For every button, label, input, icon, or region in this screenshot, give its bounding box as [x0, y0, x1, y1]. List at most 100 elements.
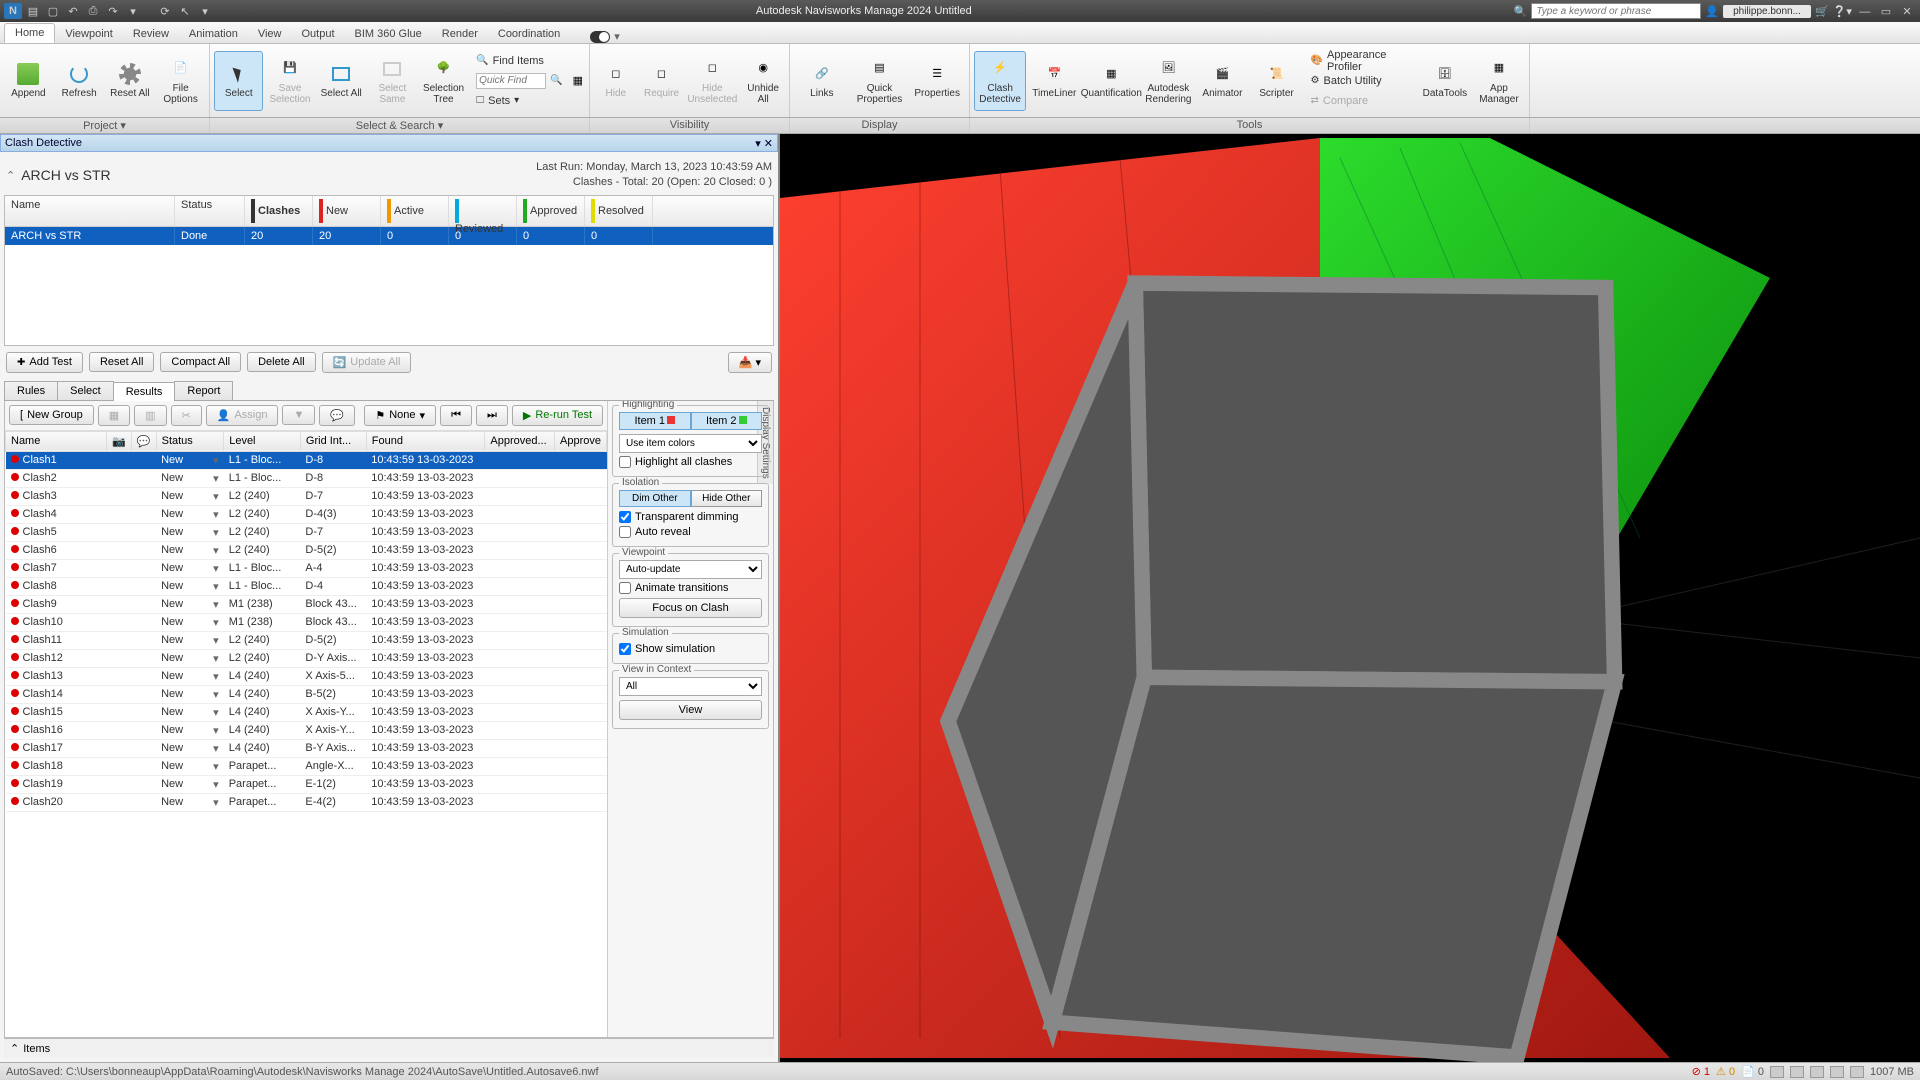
clash-row[interactable]: Clash11New▾L2 (240)D-5(2)10:43:59 13-03-… [6, 631, 607, 649]
subtab-results[interactable]: Results [113, 382, 176, 401]
next-icon[interactable]: ⏭ [476, 405, 508, 426]
clash-row[interactable]: Clash18New▾Parapet...Angle-X...10:43:59 … [6, 757, 607, 775]
subtab-select[interactable]: Select [57, 381, 114, 400]
clash-row[interactable]: Clash6New▾L2 (240)D-5(2)10:43:59 13-03-2… [6, 541, 607, 559]
ribbon-toggle-dd[interactable]: ▾ [614, 30, 620, 43]
file-options-button[interactable]: 📄File Options [156, 51, 205, 111]
hide-button[interactable]: ◻Hide [594, 51, 638, 111]
animate-checkbox[interactable]: Animate transitions [619, 582, 762, 594]
help-icon[interactable]: ❔▾ [1833, 5, 1852, 18]
items-bar[interactable]: ⌃ Items [4, 1038, 774, 1058]
dim-other-toggle[interactable]: Dim Other [619, 490, 691, 507]
tab-bim360[interactable]: BIM 360 Glue [345, 25, 432, 43]
clash-row[interactable]: Clash5New▾L2 (240)D-710:43:59 13-03-2023 [6, 523, 607, 541]
app-manager-button[interactable]: ▦App Manager [1473, 51, 1525, 111]
select-button[interactable]: Select [214, 51, 263, 111]
batch-utility-button[interactable]: ⚙ Batch Utility [1307, 72, 1415, 90]
links-button[interactable]: 🔗Links [794, 51, 850, 111]
viewcube[interactable] [780, 134, 1920, 1062]
clash-row[interactable]: Clash3New▾L2 (240)D-710:43:59 13-03-2023 [6, 487, 607, 505]
collapse-icon[interactable]: ⌃ [6, 169, 15, 182]
pencil-icon[interactable] [1770, 1066, 1784, 1078]
import-export-button[interactable]: 📥 ▾ [728, 352, 772, 373]
item2-toggle[interactable]: Item 2 [691, 412, 763, 430]
view-context-select[interactable]: All [619, 677, 762, 696]
prev-icon[interactable]: ⏮ [440, 405, 472, 426]
tab-output[interactable]: Output [292, 25, 345, 43]
tab-view[interactable]: View [248, 25, 292, 43]
keyword-search[interactable] [1531, 3, 1701, 19]
unhide-all-button[interactable]: ◉Unhide All [741, 51, 785, 111]
qat-refresh-icon[interactable]: ⟳ [156, 3, 174, 19]
assign-button[interactable]: 👤 Assign [206, 405, 279, 426]
subtab-report[interactable]: Report [174, 381, 233, 400]
restore-icon[interactable]: ▭ [1877, 5, 1895, 18]
hide-unselected-button[interactable]: ◻Hide Unselected [685, 51, 739, 111]
tab-viewpoint[interactable]: Viewpoint [55, 25, 123, 43]
show-simulation-checkbox[interactable]: Show simulation [619, 643, 762, 655]
clash-row[interactable]: Clash12New▾L2 (240)D-Y Axis...10:43:59 1… [6, 649, 607, 667]
close-icon[interactable]: ✕ [1898, 5, 1916, 18]
clash-row[interactable]: Clash7New▾L1 - Bloc...A-410:43:59 13-03-… [6, 559, 607, 577]
status-error-icon[interactable]: ⊘ 1 [1692, 1065, 1710, 1078]
tab-render[interactable]: Render [432, 25, 488, 43]
tab-home[interactable]: Home [4, 23, 55, 43]
append-button[interactable]: Append [4, 51, 53, 111]
tab-coordination[interactable]: Coordination [488, 25, 570, 43]
ribbon-toggle-icon[interactable] [590, 31, 610, 43]
animator-button[interactable]: 🎬Animator [1196, 51, 1248, 111]
qat-redo-icon[interactable]: ↷ [104, 3, 122, 19]
user-name[interactable]: philippe.bonn... [1723, 5, 1811, 18]
reset-all-tests-button[interactable]: Reset All [89, 352, 154, 372]
reset-all-button[interactable]: Reset All [106, 51, 155, 111]
clash-row[interactable]: Clash16New▾L4 (240)X Axis-Y...10:43:59 1… [6, 721, 607, 739]
clash-row[interactable]: Clash20New▾Parapet...E-4(2)10:43:59 13-0… [6, 793, 607, 811]
disk-icon[interactable] [1810, 1066, 1824, 1078]
search-icon[interactable]: 🔍 [1514, 5, 1528, 18]
clash-row[interactable]: Clash17New▾L4 (240)B-Y Axis...10:43:59 1… [6, 739, 607, 757]
require-button[interactable]: ◻Require [640, 51, 684, 111]
test-row[interactable]: ARCH vs STR Done 20 20 0 0 0 0 [5, 227, 773, 245]
item1-toggle[interactable]: Item 1 [619, 412, 691, 430]
focus-on-clash-button[interactable]: Focus on Clash [619, 598, 762, 618]
filter-icon[interactable]: ▼ [282, 405, 315, 425]
datatools-button[interactable]: 🗄DataTools [1419, 51, 1471, 111]
ungroup-icon[interactable]: ▥ [134, 405, 166, 426]
refresh-button[interactable]: Refresh [55, 51, 104, 111]
properties-button[interactable]: ☰Properties [909, 51, 965, 111]
panel-titlebar[interactable]: Clash Detective ▾ ✕ [0, 134, 778, 152]
quantification-button[interactable]: ▦Quantification [1082, 51, 1140, 111]
qat-print-icon[interactable]: ⎙ [84, 3, 102, 19]
bar2-icon[interactable] [1850, 1066, 1864, 1078]
compare-button[interactable]: ⇄ Compare [1307, 92, 1415, 110]
minimize-icon[interactable]: — [1856, 6, 1874, 18]
viewpoint-select[interactable]: Auto-update [619, 560, 762, 579]
tab-review[interactable]: Review [123, 25, 179, 43]
select-same-button[interactable]: Select Same [368, 51, 417, 111]
rerun-test-button[interactable]: ▶ Re-run Test [512, 405, 603, 426]
new-group-button[interactable]: [ New Group [9, 405, 94, 425]
qat-more-icon[interactable]: ▾ [124, 3, 142, 19]
expand-icon[interactable]: ⌃ [10, 1042, 19, 1055]
appearance-profiler-button[interactable]: 🎨 Appearance Profiler [1307, 52, 1415, 70]
highlight-mode-select[interactable]: Use item colors [619, 434, 762, 453]
transparent-dimming-checkbox[interactable]: Transparent dimming [619, 511, 762, 523]
timeliner-button[interactable]: 📅TimeLiner [1028, 51, 1080, 111]
signin-icon[interactable]: 👤 [1705, 5, 1719, 18]
exchange-icon[interactable]: 🛒 [1815, 5, 1829, 18]
save-selection-button[interactable]: 💾Save Selection [265, 51, 314, 111]
status-info-icon[interactable]: 📄 0 [1741, 1065, 1764, 1078]
qat-dd-icon[interactable]: ▾ [196, 3, 214, 19]
autodesk-rendering-button[interactable]: 🖼Autodesk Rendering [1142, 51, 1194, 111]
explode-icon[interactable]: ✂ [171, 405, 202, 426]
tab-animation[interactable]: Animation [179, 25, 248, 43]
qat-select-icon[interactable]: ↖ [176, 3, 194, 19]
clash-row[interactable]: Clash2New▾L1 - Bloc...D-810:43:59 13-03-… [6, 469, 607, 487]
clash-row[interactable]: Clash9New▾M1 (238)Block 43...10:43:59 13… [6, 595, 607, 613]
clash-row[interactable]: Clash13New▾L4 (240)X Axis-5...10:43:59 1… [6, 667, 607, 685]
status-warn-icon[interactable]: ⚠ 0 [1716, 1065, 1735, 1078]
sets-button[interactable]: 🞎 Sets ▾ [472, 92, 566, 110]
select-all-button[interactable]: Select All [317, 51, 366, 111]
3d-viewport[interactable] [780, 134, 1920, 1062]
highlight-all-checkbox[interactable]: Highlight all clashes [619, 456, 762, 468]
